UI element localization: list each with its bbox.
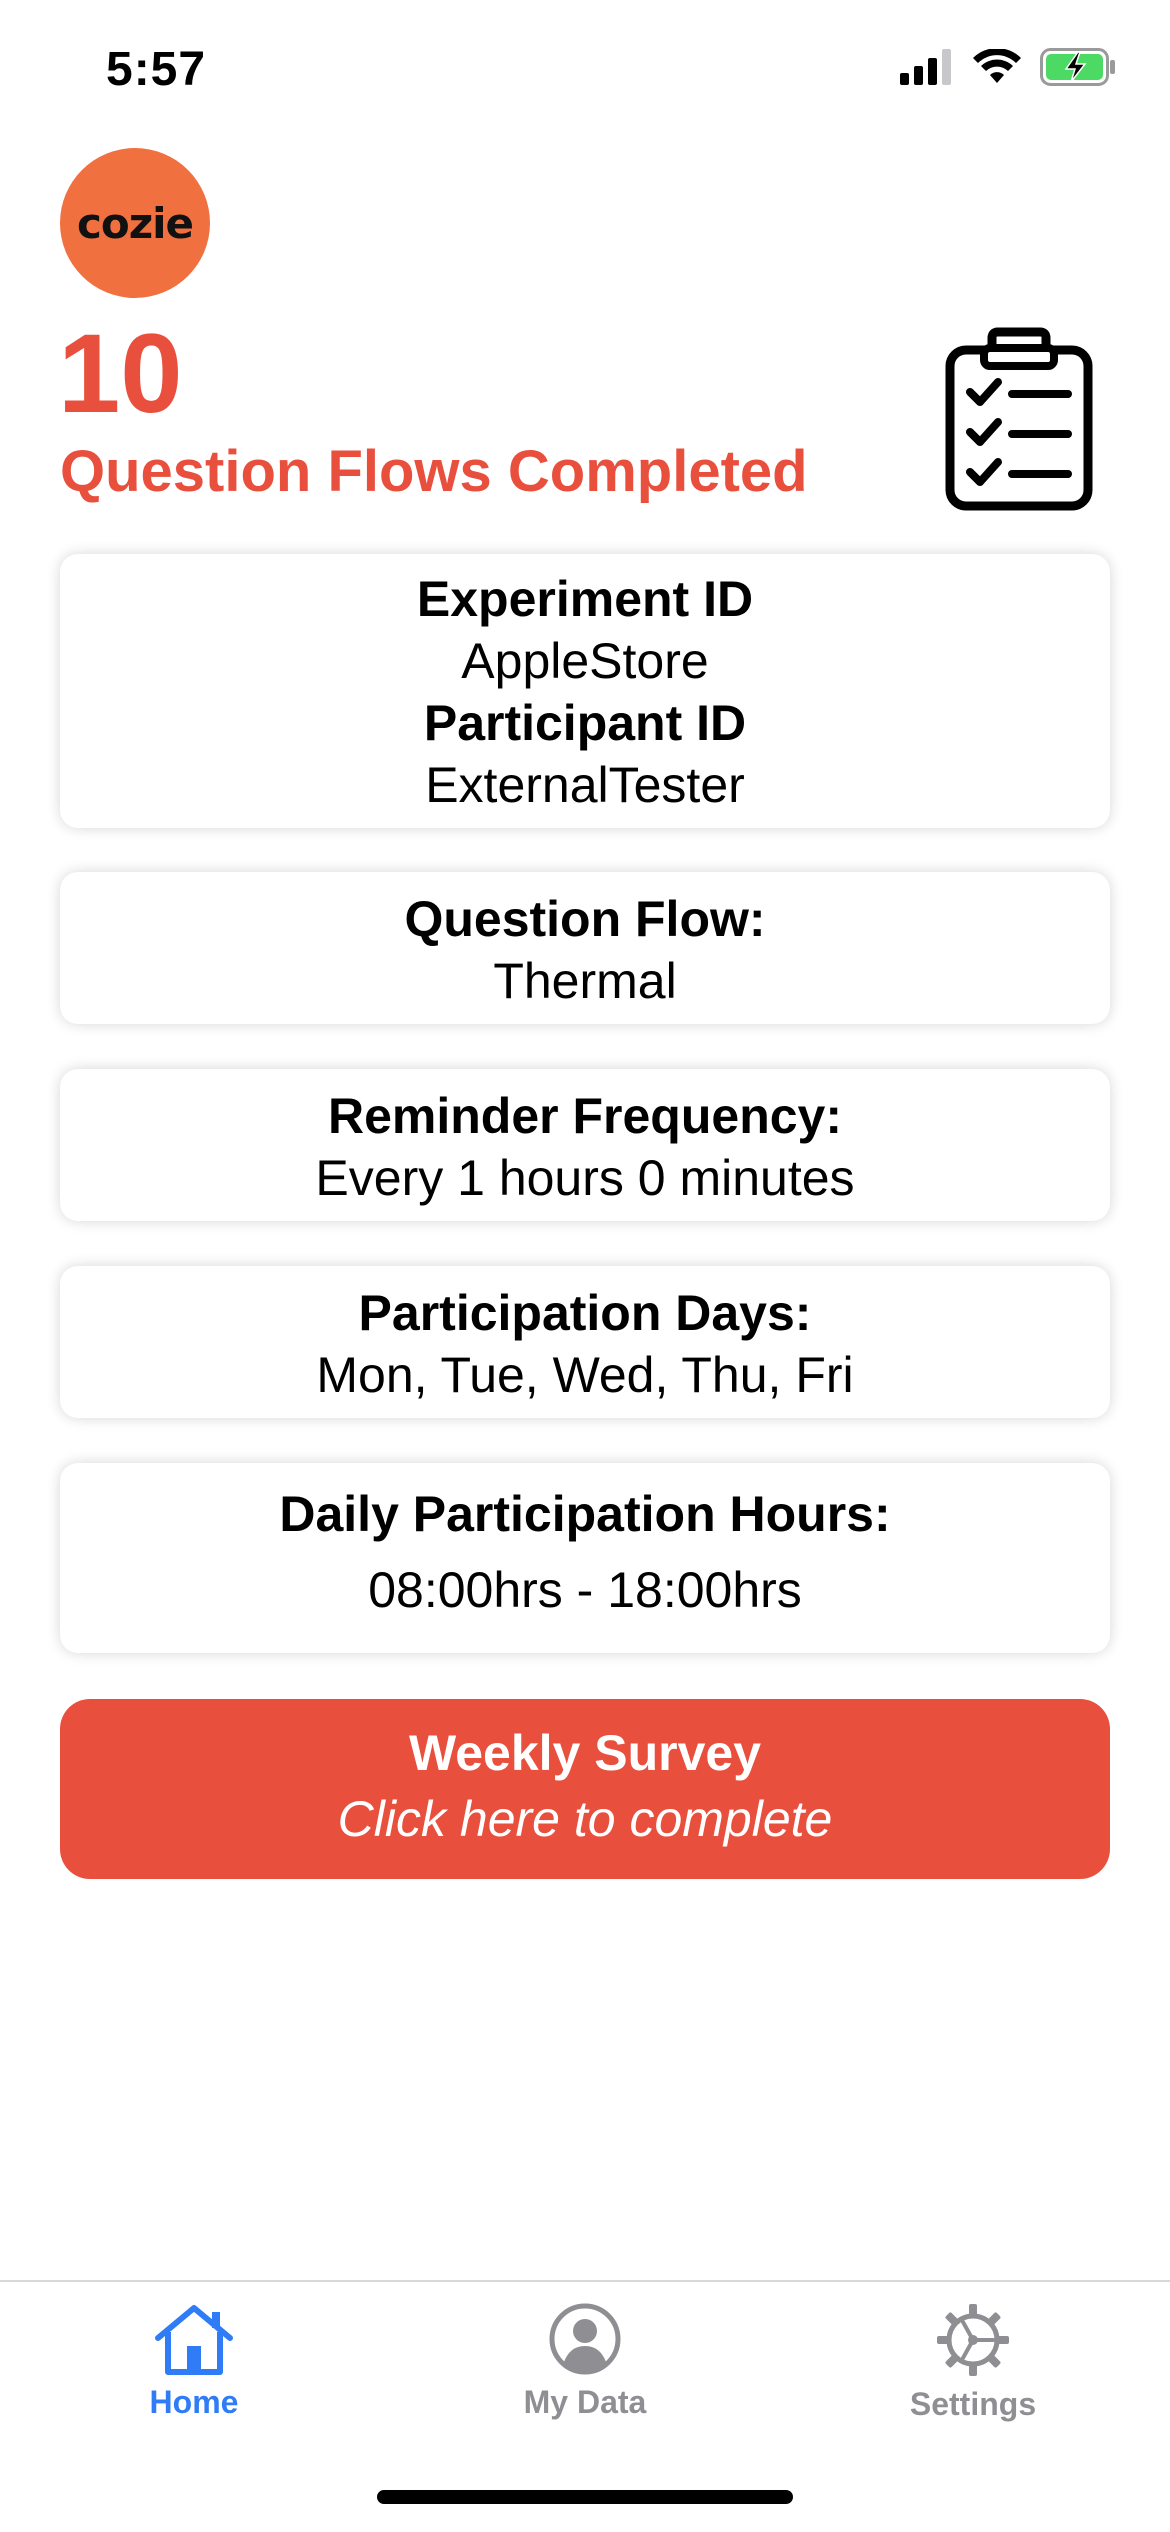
home-icon [64, 2302, 324, 2376]
participation-hours-label: Daily Participation Hours: [279, 1486, 891, 1542]
status-icons [900, 48, 1116, 91]
reminder-frequency-value: Every 1 hours 0 minutes [315, 1150, 855, 1206]
home-screen: 5:57 cozie 10 Question Flows Completed E… [0, 0, 1170, 2532]
home-indicator[interactable] [377, 2490, 793, 2504]
cellular-signal-icon [900, 49, 954, 90]
experiment-card: Experiment ID AppleStore Participant ID … [60, 554, 1110, 828]
participation-days-label: Participation Days: [358, 1285, 812, 1341]
completed-label: Question Flows Completed [60, 439, 808, 504]
question-flow-value: Thermal [493, 953, 677, 1009]
weekly-survey-title: Weekly Survey [408, 1725, 762, 1781]
tab-settings[interactable]: Settings [843, 2302, 1103, 2423]
experiment-id-label: Experiment ID [416, 571, 754, 627]
tab-home[interactable]: Home [64, 2302, 324, 2421]
participation-hours-value: 08:00hrs - 18:00hrs [368, 1562, 802, 1618]
participation-days-card: Participation Days: Mon, Tue, Wed, Thu, … [60, 1266, 1110, 1418]
tab-home-label: Home [149, 2384, 239, 2420]
participant-id-value: ExternalTester [425, 757, 745, 813]
question-flow-label: Question Flow: [404, 891, 766, 947]
clipboard-checklist-icon [944, 326, 1094, 512]
weekly-survey-button[interactable]: Weekly Survey Click here to complete [60, 1699, 1110, 1879]
experiment-id-value: AppleStore [461, 633, 709, 689]
tab-settings-label: Settings [909, 2386, 1037, 2422]
question-flow-card: Question Flow: Thermal [60, 872, 1110, 1024]
reminder-frequency-label: Reminder Frequency: [327, 1088, 842, 1144]
tab-my-data-label: My Data [523, 2384, 647, 2420]
wifi-icon [972, 48, 1022, 90]
battery-charging-icon [1040, 48, 1116, 91]
completed-count: 10 [58, 311, 183, 436]
gear-icon [843, 2302, 1103, 2378]
status-time: 5:57 [106, 43, 207, 96]
cozie-logo: cozie [60, 148, 210, 298]
tab-my-data[interactable]: My Data [455, 2302, 715, 2421]
weekly-survey-subtitle: Click here to complete [337, 1791, 833, 1847]
person-circle-icon [455, 2302, 715, 2376]
participation-days-value: Mon, Tue, Wed, Thu, Fri [316, 1347, 854, 1403]
participation-hours-card: Daily Participation Hours: 08:00hrs - 18… [60, 1463, 1110, 1653]
reminder-frequency-card: Reminder Frequency: Every 1 hours 0 minu… [60, 1069, 1110, 1221]
participant-id-label: Participant ID [423, 695, 747, 751]
logo-text: cozie [76, 198, 194, 248]
